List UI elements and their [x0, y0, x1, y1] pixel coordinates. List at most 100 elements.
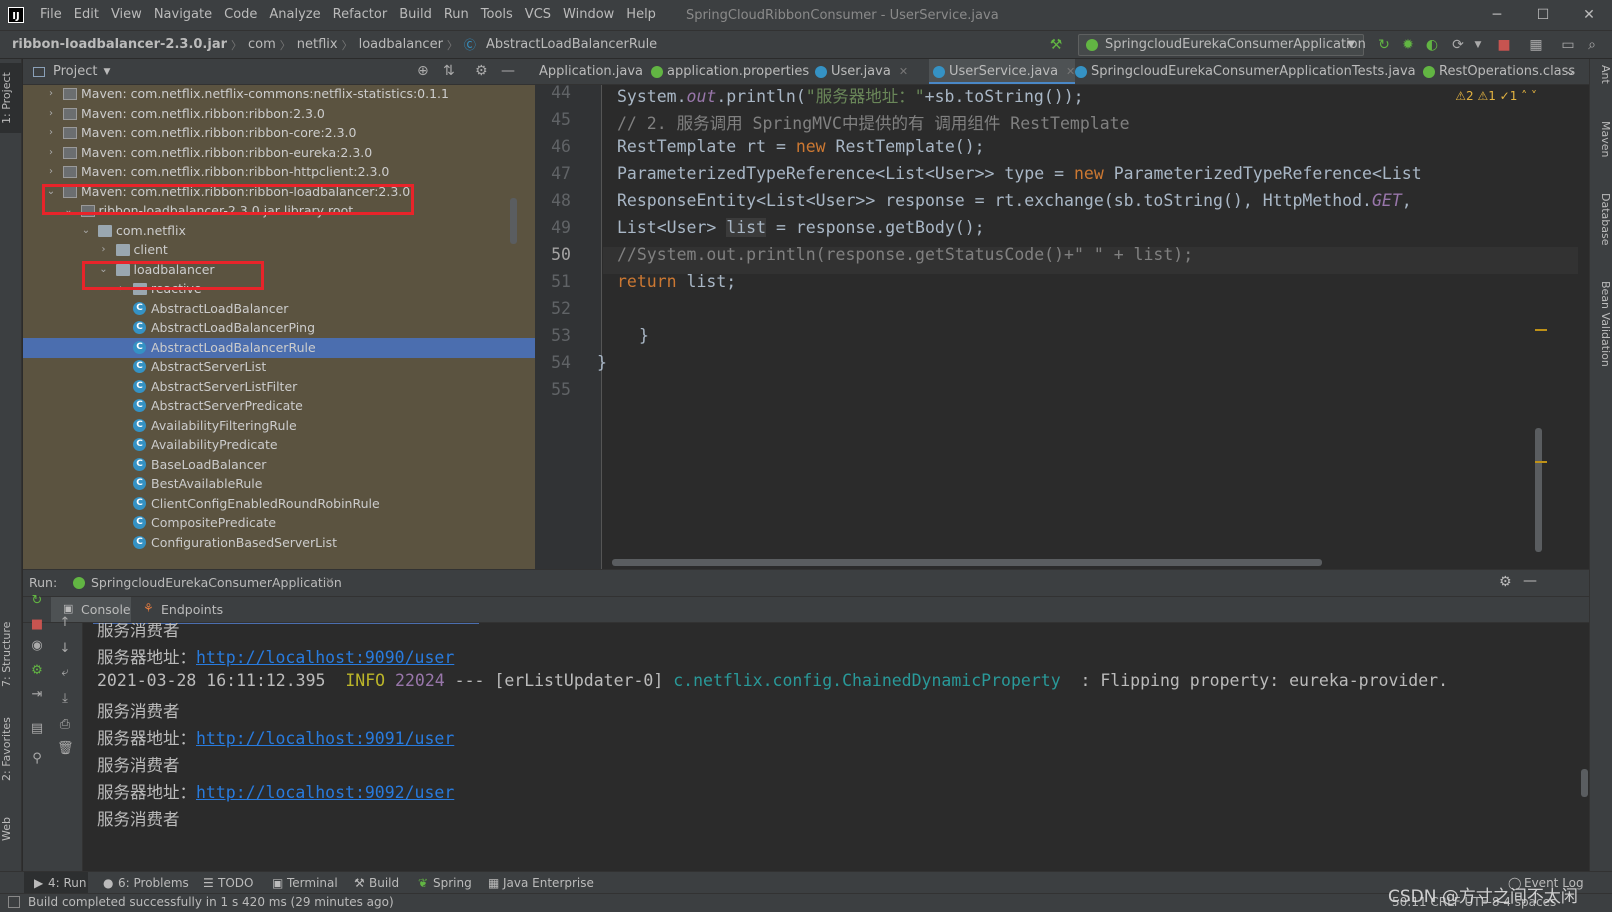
tab-build[interactable]: Build	[369, 872, 399, 894]
editor-horizontal-scrollbar[interactable]	[612, 559, 1322, 566]
stop-icon[interactable]: ■	[1496, 37, 1512, 53]
restart-icon[interactable]: ⚙	[29, 663, 45, 679]
breadcrumb-com[interactable]: com	[242, 37, 280, 52]
tree-item[interactable]: › Maven: com.netflix.netflix-commons:netf…	[23, 85, 535, 104]
trash-icon[interactable]: 🗑	[57, 741, 74, 757]
chevron-down-icon[interactable]: ⌄	[80, 221, 92, 241]
search-icon[interactable]: ⌕	[1584, 37, 1600, 53]
tree-item[interactable]: ⌄ com.netflix	[23, 221, 535, 241]
chevron-right-icon[interactable]: ›	[45, 162, 57, 182]
chevron-right-icon[interactable]: ›	[45, 123, 57, 143]
intellij-logo-icon[interactable]: IJ	[8, 7, 24, 23]
line-number[interactable]: 54	[535, 353, 571, 372]
line-number[interactable]: 52	[535, 299, 571, 318]
menu-window[interactable]: Window	[557, 0, 620, 30]
rerun-icon[interactable]: ↻	[1376, 37, 1392, 53]
tool-windows-icon[interactable]	[8, 896, 20, 908]
warning-marker[interactable]	[1535, 461, 1547, 463]
menu-build[interactable]: Build	[393, 0, 438, 30]
project-view-select[interactable]: Project	[53, 64, 97, 79]
exit-icon[interactable]: ⇥	[29, 687, 45, 703]
tab-spring[interactable]: Spring	[433, 872, 472, 894]
breadcrumb-netflix[interactable]: netflix	[291, 37, 342, 52]
menu-vcs[interactable]: VCS	[519, 0, 557, 30]
tab-java-enterprise[interactable]: Java Enterprise	[503, 872, 594, 894]
debug-icon[interactable]: ✹	[1400, 37, 1416, 53]
close-icon[interactable]: ✕	[325, 575, 334, 588]
console-link[interactable]: http://localhost:9092/user	[196, 783, 454, 802]
line-number[interactable]: 53	[535, 326, 571, 345]
line-number[interactable]: 45	[535, 110, 571, 129]
editor-tab[interactable]: Application.java✕	[535, 59, 660, 84]
tab-ant[interactable]: Ant	[1592, 65, 1612, 101]
breadcrumb-loadbalancer[interactable]: loadbalancer	[353, 37, 447, 52]
project-structure-icon[interactable]: ▦	[1528, 37, 1544, 53]
editor-tab[interactable]: User.java ✕	[811, 59, 908, 84]
tree-item[interactable]: › Maven: com.netflix.ribbon:ribbon-eureka…	[23, 143, 535, 163]
build-hammer-icon[interactable]: ⚒	[1048, 37, 1064, 53]
tree-item[interactable]: C AbstractLoadBalancerPing	[23, 318, 535, 338]
menu-refactor[interactable]: Refactor	[327, 0, 394, 30]
tree-item[interactable]: › Maven: com.netflix.ribbon:ribbon-core:2…	[23, 123, 535, 143]
line-number[interactable]: 50	[535, 245, 571, 264]
stop-icon[interactable]: ■	[29, 617, 45, 633]
editor-tab[interactable]: SpringcloudEurekaConsumerApplicationTest…	[1071, 59, 1433, 84]
inspection-widget[interactable]: ⚠2 ⚠1 ✓1 ˄ ˅	[1455, 89, 1537, 103]
tree-item[interactable]: C ClientConfigEnabledRoundRobinRule	[23, 494, 535, 514]
tab-project[interactable]: 1: Project	[0, 63, 22, 133]
tree-item[interactable]: C BestAvailableRule	[23, 474, 535, 494]
console-scrollbar[interactable]	[1581, 769, 1588, 797]
tab-problems[interactable]: 6: Problems	[118, 872, 189, 894]
editor-tab[interactable]: application.properties✕	[647, 59, 826, 84]
print-icon[interactable]: ⎙	[57, 717, 73, 733]
run-configuration-select[interactable]: SpringcloudEurekaConsumerApplication ▼	[1078, 34, 1366, 56]
tab-run[interactable]: 4: Run	[48, 872, 87, 894]
chevron-right-icon[interactable]: ›	[98, 240, 110, 260]
line-number[interactable]: 55	[535, 380, 571, 399]
minimize-button[interactable]: ─	[1474, 0, 1520, 30]
line-number[interactable]: 44	[535, 83, 571, 102]
tab-endpoints[interactable]: Endpoints	[161, 602, 223, 617]
menu-view[interactable]: View	[105, 0, 148, 30]
editor-tab[interactable]: UserService.java ✕	[929, 59, 1076, 84]
chevron-down-icon[interactable]: ▼	[1470, 37, 1486, 53]
menu-run[interactable]: Run	[438, 0, 475, 30]
tree-item[interactable]: › Maven: com.netflix.ribbon:ribbon:2.3.0	[23, 104, 535, 124]
console-link[interactable]: http://localhost:9090/user	[196, 648, 454, 667]
tree-item[interactable]: C ConfigurationBasedServerList	[23, 533, 535, 553]
tree-item[interactable]: › client	[23, 240, 535, 260]
arrow-down-icon[interactable]: ↓	[57, 641, 73, 657]
tab-todo[interactable]: TODO	[218, 872, 253, 894]
tree-item[interactable]: C CompositePredicate	[23, 513, 535, 533]
tree-item[interactable]: C AbstractServerPredicate	[23, 396, 535, 416]
menu-file[interactable]: File	[34, 0, 68, 30]
tab-terminal[interactable]: Terminal	[287, 872, 338, 894]
editor-vertical-scrollbar[interactable]	[1535, 428, 1542, 552]
chevron-down-icon[interactable]: ▼	[103, 67, 110, 77]
breadcrumb-class[interactable]: AbstractLoadBalancerRule	[480, 37, 661, 52]
locate-icon[interactable]: ⊕	[417, 63, 429, 79]
chevron-right-icon[interactable]: ›	[45, 104, 57, 124]
code-editor[interactable]: 44 45 46 47 48 49 50 51 52 53 54 55 ⚠2 ⚠1 ✓1 ˄ ˅ Sy…	[535, 83, 1589, 569]
tree-item[interactable]: C AvailabilityPredicate	[23, 435, 535, 455]
layout-icon[interactable]: ▤	[29, 721, 45, 737]
warning-marker[interactable]	[1535, 329, 1547, 331]
layout-icon[interactable]: ▭	[1560, 37, 1576, 53]
tab-list-chevron-icon[interactable]: ⌄	[1565, 59, 1576, 84]
run-config-tab[interactable]: SpringcloudEurekaConsumerApplication	[91, 575, 342, 590]
breadcrumb-jar[interactable]: ribbon-loadbalancer-2.3.0.jar	[0, 37, 231, 52]
tab-database[interactable]: Database	[1592, 193, 1612, 263]
tree-item[interactable]: › Maven: com.netflix.ribbon:ribbon-httpcl…	[23, 162, 535, 182]
rerun-icon[interactable]: ↻	[29, 593, 45, 609]
tab-structure[interactable]: 7: Structure	[0, 614, 22, 694]
tab-web[interactable]: Web	[0, 809, 22, 849]
gear-icon[interactable]: ⚙	[475, 63, 488, 79]
menu-navigate[interactable]: Navigate	[148, 0, 218, 30]
menu-analyze[interactable]: Analyze	[263, 0, 326, 30]
console-output[interactable]: 服务消费者 服务器地址：http://localhost:9090/user 2…	[83, 623, 1589, 871]
tree-scrollbar[interactable]	[510, 198, 517, 244]
close-button[interactable]: ✕	[1566, 0, 1612, 30]
arrow-up-icon[interactable]: ↑	[57, 615, 73, 631]
menu-help[interactable]: Help	[620, 0, 662, 30]
pin-icon[interactable]: ⚲	[29, 751, 45, 767]
